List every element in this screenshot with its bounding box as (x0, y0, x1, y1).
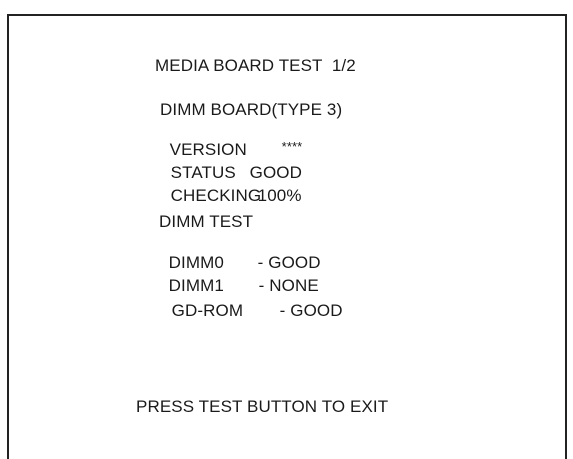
exit-instruction: PRESS TEST BUTTON TO EXIT (136, 397, 389, 416)
page-title: MEDIA BOARD TEST 1/2 (155, 56, 356, 75)
gdrom-label: GD-ROM (171, 301, 244, 320)
checking-row: CHECKING100% (161, 169, 302, 205)
checking-label: CHECKING (170, 186, 262, 205)
dimm-test-heading: DIMM TEST (159, 212, 254, 231)
checking-value: 100% (257, 186, 302, 205)
gdrom-result: - GOOD (279, 301, 343, 320)
board-name: DIMM BOARD(TYPE 3) (160, 100, 343, 119)
gdrom-row: GD-ROM - GOOD (162, 284, 343, 320)
